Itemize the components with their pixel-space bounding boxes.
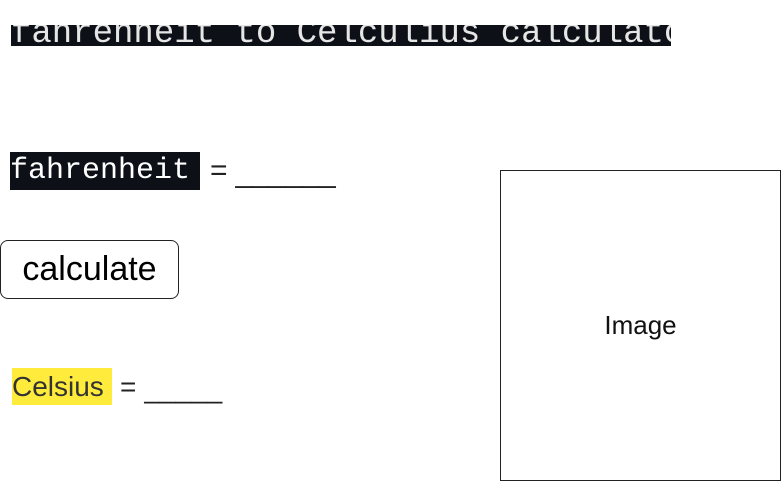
celsius-label: Celsius (12, 368, 112, 405)
fahrenheit-input-blank[interactable]: ______ (236, 156, 336, 190)
celsius-equals-sign: = (120, 370, 137, 402)
calculate-button-label: calculate (22, 250, 157, 288)
image-placeholder-label: Image (604, 310, 677, 340)
image-placeholder: Image (500, 170, 781, 481)
fahrenheit-label: fahrenheit (10, 152, 200, 190)
calculate-button[interactable]: calculate (0, 240, 179, 299)
page-title: fahrenheit to Celculius calculator (11, 25, 671, 46)
fahrenheit-row: fahrenheit = ______ (10, 152, 336, 190)
fahrenheit-equals-sign: = (210, 154, 228, 187)
celsius-row: Celsius = _____ (12, 368, 222, 405)
page-title-text: fahrenheit to Celculius calculator (11, 25, 671, 46)
celsius-output-blank: _____ (144, 372, 223, 404)
